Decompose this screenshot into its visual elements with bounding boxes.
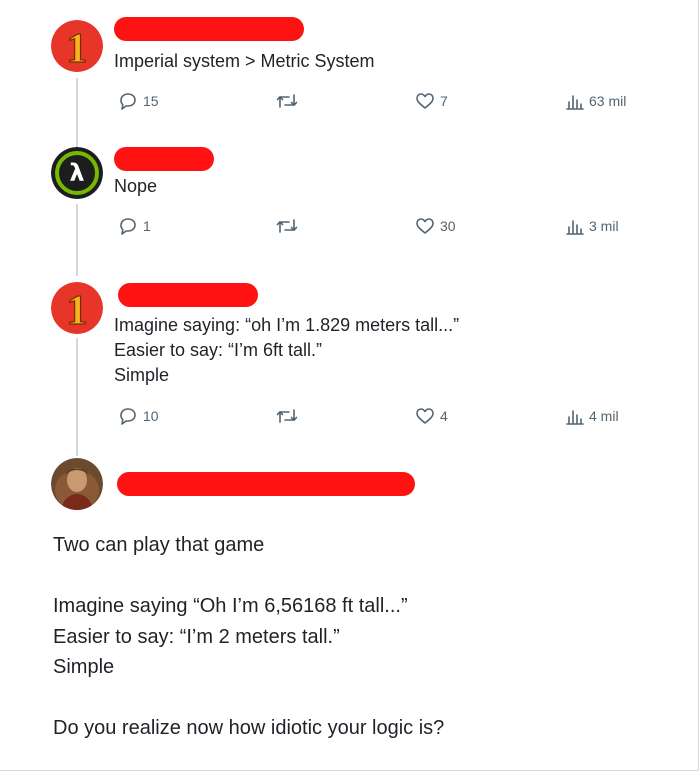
tweet-text: Two can play that game Imagine saying “O… bbox=[53, 534, 445, 739]
views-count: 3 mil bbox=[589, 218, 619, 234]
avatar[interactable] bbox=[51, 458, 103, 510]
views-icon bbox=[566, 410, 584, 425]
thread-connector bbox=[76, 338, 78, 456]
tweet-actions: 15 7 63 mil bbox=[114, 92, 644, 114]
retweet-icon bbox=[276, 219, 298, 233]
views-count: 4 mil bbox=[589, 408, 619, 424]
tweet-actions: 1 30 3 mil bbox=[114, 217, 644, 239]
reply-button[interactable]: 15 bbox=[118, 92, 159, 110]
retweet-button[interactable] bbox=[276, 92, 298, 110]
reply-icon bbox=[120, 93, 136, 110]
tweet-text: Imagine saying: “oh I’m 1.829 meters tal… bbox=[114, 315, 460, 385]
views-count: 63 mil bbox=[589, 93, 627, 109]
reply-button[interactable]: 1 bbox=[118, 217, 151, 235]
tweet-text: Nope bbox=[114, 176, 158, 196]
avatar[interactable]: 1 bbox=[51, 20, 103, 72]
like-button[interactable]: 4 bbox=[415, 407, 448, 425]
redacted-username bbox=[117, 472, 415, 496]
like-count: 4 bbox=[440, 408, 448, 424]
tweet-text: Imperial system > Metric System bbox=[114, 51, 375, 71]
like-count: 30 bbox=[440, 218, 456, 234]
retweet-button[interactable] bbox=[276, 217, 298, 235]
thread-connector bbox=[76, 78, 78, 150]
like-button[interactable]: 7 bbox=[415, 92, 448, 110]
avatar[interactable]: 1 bbox=[51, 282, 103, 334]
avatar-symbol: λ bbox=[69, 159, 84, 187]
views-button[interactable]: 3 mil bbox=[566, 217, 619, 235]
like-icon bbox=[416, 408, 434, 424]
reply-icon bbox=[120, 218, 136, 235]
reply-button[interactable]: 10 bbox=[118, 407, 159, 425]
like-count: 7 bbox=[440, 93, 448, 109]
redacted-username bbox=[114, 17, 304, 41]
views-button[interactable]: 63 mil bbox=[566, 92, 626, 110]
avatar-number: 1 bbox=[67, 288, 88, 334]
like-button[interactable]: 30 bbox=[415, 217, 456, 235]
reply-count: 1 bbox=[143, 218, 151, 234]
avatar-number: 1 bbox=[67, 26, 88, 72]
reply-count: 10 bbox=[143, 408, 159, 424]
like-icon bbox=[416, 218, 434, 234]
retweet-icon bbox=[276, 409, 298, 423]
retweet-button[interactable] bbox=[276, 407, 298, 425]
views-icon bbox=[566, 95, 584, 110]
views-button[interactable]: 4 mil bbox=[566, 407, 619, 425]
avatar[interactable]: λ bbox=[51, 147, 103, 199]
like-icon bbox=[416, 93, 434, 109]
views-icon bbox=[566, 220, 584, 235]
redacted-username bbox=[118, 283, 258, 307]
reply-count: 15 bbox=[143, 93, 159, 109]
reply-icon bbox=[120, 408, 136, 425]
retweet-icon bbox=[276, 94, 298, 108]
tweet-actions: 10 4 4 mil bbox=[114, 407, 644, 429]
redacted-username bbox=[114, 147, 214, 171]
thread-connector bbox=[76, 204, 78, 276]
